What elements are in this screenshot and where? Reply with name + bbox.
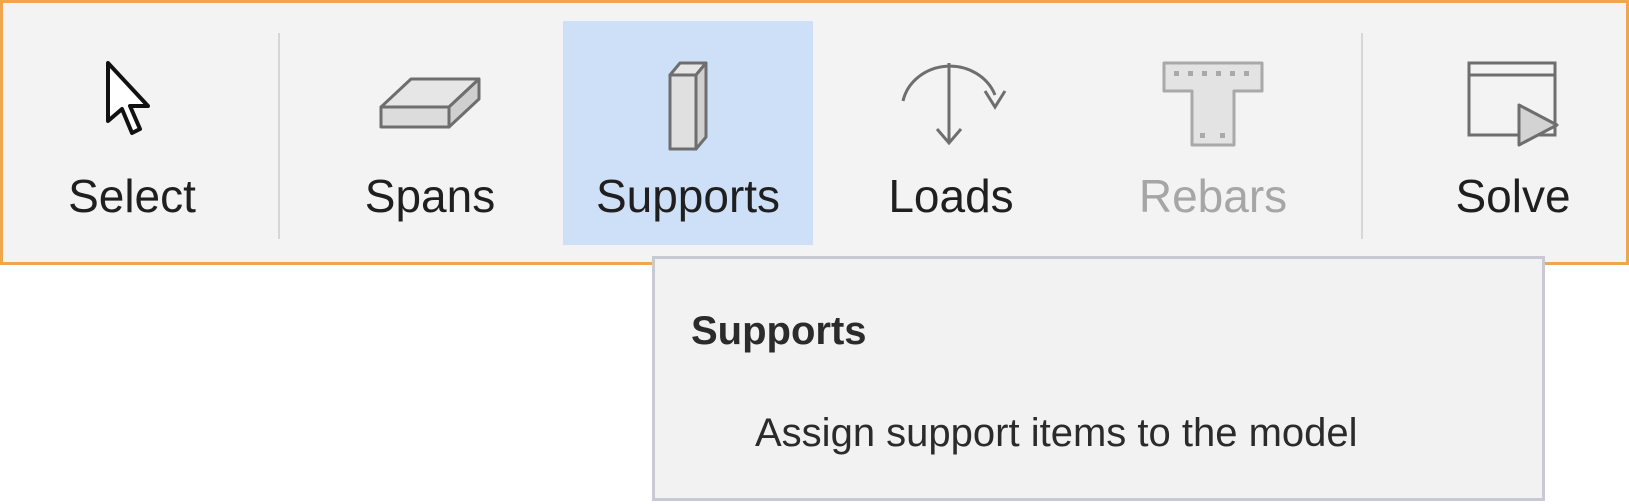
spans-label: Spans xyxy=(364,170,496,222)
cursor-arrow-icon xyxy=(102,59,162,154)
load-arrow-icon xyxy=(891,51,1011,156)
rebars-label: Rebars xyxy=(1138,170,1288,222)
spans-button[interactable]: Spans xyxy=(325,21,535,245)
select-label: Select xyxy=(68,170,196,222)
slab-icon xyxy=(375,67,485,142)
supports-tooltip: Supports Assign support items to the mod… xyxy=(652,256,1545,501)
rebar-section-icon xyxy=(1158,59,1268,154)
tooltip-description: Assign support items to the model xyxy=(755,411,1358,455)
solve-label: Solve xyxy=(1455,170,1571,222)
column-icon xyxy=(658,59,718,164)
solve-play-icon xyxy=(1463,59,1563,160)
tooltip-title: Supports xyxy=(691,309,867,353)
solve-button[interactable]: Solve xyxy=(1413,21,1613,245)
supports-button[interactable]: Supports xyxy=(563,21,813,245)
supports-label: Supports xyxy=(595,170,781,222)
select-button[interactable]: Select xyxy=(27,21,237,245)
loads-button[interactable]: Loads xyxy=(841,21,1061,245)
toolbar-separator xyxy=(278,33,280,239)
toolbar-separator xyxy=(1361,33,1363,239)
loads-label: Loads xyxy=(888,170,1014,222)
rebars-button[interactable]: Rebars xyxy=(1103,21,1323,245)
ribbon-toolbar: Select Spans Supports Loads Rebars Solve xyxy=(0,0,1629,265)
